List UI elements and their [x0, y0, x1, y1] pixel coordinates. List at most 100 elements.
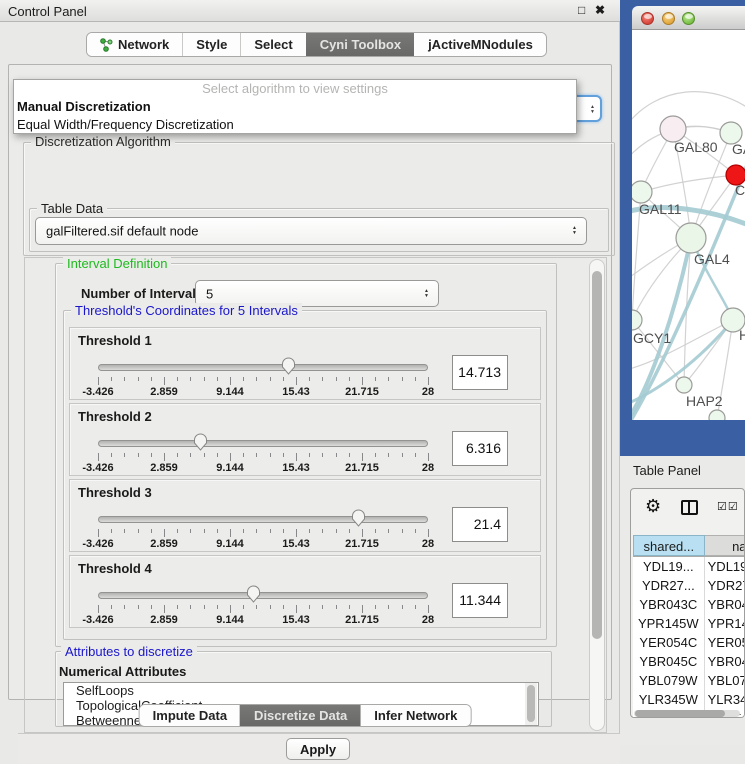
- menu-item-equal-width-frequency[interactable]: Equal Width/Frequency Discretization: [14, 116, 576, 134]
- network-node-hap2[interactable]: [676, 377, 692, 393]
- tab-label: Infer Network: [374, 708, 457, 723]
- number-of-intervals-label: Number of Intervals: [81, 286, 203, 301]
- close-icon[interactable]: ✖: [595, 3, 605, 17]
- network-node-gal11[interactable]: [632, 181, 652, 203]
- network-node-gcy1[interactable]: [632, 310, 642, 330]
- cell-shared-name[interactable]: YPR145W: [633, 614, 705, 633]
- node-label-gal80: GAL80: [674, 139, 718, 155]
- minimize-traffic-light-icon[interactable]: [662, 12, 675, 25]
- tab-label: Discretize Data: [254, 708, 347, 723]
- slider-track[interactable]: [98, 516, 428, 523]
- attributes-list-scrollbar[interactable]: [525, 683, 537, 725]
- tab-discretize-data[interactable]: Discretize Data: [240, 705, 360, 726]
- threshold-panel-3: Threshold 3-3.4262.8599.14415.4321.71528…: [69, 479, 541, 552]
- cell-shared-name[interactable]: YDL19...: [633, 557, 705, 576]
- slider-thumb[interactable]: [281, 356, 296, 375]
- network-canvas[interactable]: GAL80GACGAL11GAL4GCY1HHAP2: [632, 30, 745, 420]
- slider-track[interactable]: [98, 592, 428, 599]
- table-data-combobox-value: galFiltered.sif default node: [46, 224, 198, 239]
- table-header-row: shared... name: [633, 535, 745, 557]
- slider-thumb[interactable]: [351, 508, 366, 527]
- node-label-h: H: [739, 327, 745, 343]
- node-label-ga: GA: [732, 141, 745, 157]
- cell-name[interactable]: YDR27: [705, 576, 745, 595]
- control-panel-titlebar: Control Panel □ ✖: [0, 0, 620, 22]
- slider-thumb[interactable]: [246, 584, 261, 603]
- cell-shared-name[interactable]: YBR043C: [633, 595, 705, 614]
- cell-shared-name[interactable]: YBR045C: [633, 652, 705, 671]
- cell-name[interactable]: YBR04: [705, 652, 745, 671]
- tab-network[interactable]: Network: [87, 33, 182, 56]
- tab-style[interactable]: Style: [182, 33, 240, 56]
- apply-button[interactable]: Apply: [286, 738, 350, 760]
- table-row[interactable]: YBL079WYBL07: [633, 671, 745, 690]
- attribute-list-item[interactable]: SelfLoops: [64, 683, 538, 698]
- threshold-value-field[interactable]: 21.4: [452, 507, 508, 542]
- table-hscrollbar-thumb[interactable]: [635, 710, 725, 717]
- threshold-label: Threshold 1: [78, 333, 152, 348]
- table-panel-title: Table Panel: [633, 463, 701, 478]
- discretization-algorithm-title: Discretization Algorithm: [31, 134, 175, 149]
- threshold-slider[interactable]: [98, 355, 428, 375]
- node-table-card: ⚙ ☑☑ shared... name YDL19...YDL19YDR27..…: [630, 488, 745, 718]
- cell-name[interactable]: YLR34: [705, 690, 745, 709]
- cell-name[interactable]: YBL07: [705, 671, 745, 690]
- network-edge: [632, 92, 745, 126]
- column-header-shared-name[interactable]: shared...: [633, 535, 705, 556]
- threshold-slider[interactable]: [98, 583, 428, 603]
- tab-infer-network[interactable]: Infer Network: [360, 705, 470, 726]
- table-data-combobox[interactable]: galFiltered.sif default node ▲▼: [35, 217, 587, 245]
- cell-shared-name[interactable]: YLR345W: [633, 690, 705, 709]
- threshold-value-field[interactable]: 11.344: [452, 583, 508, 618]
- control-panel: Control Panel □ ✖ NetworkStyleSelect Cyni…: [0, 0, 620, 745]
- numerical-attributes-label: Numerical Attributes: [59, 664, 186, 679]
- tab-jactivemnodules[interactable]: jActiveMNodules: [414, 33, 546, 56]
- slider-track[interactable]: [98, 440, 428, 447]
- table-horizontal-scrollbar[interactable]: [634, 710, 740, 717]
- menu-item-manual-discretization[interactable]: Manual Discretization: [14, 98, 576, 116]
- threshold-label: Threshold 2: [78, 409, 152, 424]
- cell-shared-name[interactable]: YER054C: [633, 633, 705, 652]
- table-row[interactable]: YPR145WYPR14: [633, 614, 745, 633]
- float-window-icon[interactable]: □: [578, 3, 585, 17]
- cell-shared-name[interactable]: YDR27...: [633, 576, 705, 595]
- top-tab-bar: NetworkStyleSelect Cyni Toolbox jActiveMNo…: [86, 32, 547, 57]
- tab-select[interactable]: Select: [240, 33, 305, 56]
- slider-tick-labels: -3.4262.8599.14415.4321.71528: [98, 386, 428, 398]
- cell-shared-name[interactable]: YBL079W: [633, 671, 705, 690]
- threshold-value-field[interactable]: 6.316: [452, 431, 508, 466]
- table-row[interactable]: YBR045CYBR04: [633, 652, 745, 671]
- select-columns-icon[interactable]: ☑☑: [717, 500, 739, 513]
- tab-cyni-toolbox[interactable]: Cyni Toolbox: [306, 33, 414, 56]
- cell-name[interactable]: YBR04: [705, 595, 745, 614]
- threshold-slider[interactable]: [98, 507, 428, 527]
- tab-impute-data[interactable]: Impute Data: [140, 705, 240, 726]
- attributes-scrollbar-thumb[interactable]: [527, 685, 535, 722]
- table-row[interactable]: YBR043CYBR04: [633, 595, 745, 614]
- column-layout-icon[interactable]: [681, 500, 698, 515]
- network-node-gal4[interactable]: [676, 223, 706, 253]
- cell-name[interactable]: YPR14: [705, 614, 745, 633]
- algorithm-combobox-focused[interactable]: ▲▼: [575, 95, 602, 122]
- close-traffic-light-icon[interactable]: [641, 12, 654, 25]
- settings-scrollbar-thumb[interactable]: [592, 271, 602, 639]
- threshold-slider[interactable]: [98, 431, 428, 451]
- column-header-name[interactable]: name: [705, 535, 745, 556]
- bottom-tab-bar: Impute Data Discretize Data Infer Network: [139, 704, 472, 727]
- threshold-label: Threshold 4: [78, 561, 152, 576]
- slider-ticks: [98, 605, 428, 613]
- cell-name[interactable]: YER05: [705, 633, 745, 652]
- cell-name[interactable]: YDL19: [705, 557, 745, 576]
- network-node-node-bottom[interactable]: [709, 410, 725, 420]
- table-row[interactable]: YER054CYER05: [633, 633, 745, 652]
- table-row[interactable]: YDR27...YDR27: [633, 576, 745, 595]
- gear-icon[interactable]: ⚙: [645, 497, 661, 515]
- slider-thumb[interactable]: [193, 432, 208, 451]
- zoom-traffic-light-icon[interactable]: [682, 12, 695, 25]
- table-row[interactable]: YDL19...YDL19: [633, 557, 745, 576]
- settings-vertical-scrollbar[interactable]: [589, 259, 605, 731]
- table-row[interactable]: YLR345WYLR34: [633, 690, 745, 709]
- tab-label: Cyni Toolbox: [320, 37, 401, 52]
- slider-track[interactable]: [98, 364, 428, 371]
- threshold-value-field[interactable]: 14.713: [452, 355, 508, 390]
